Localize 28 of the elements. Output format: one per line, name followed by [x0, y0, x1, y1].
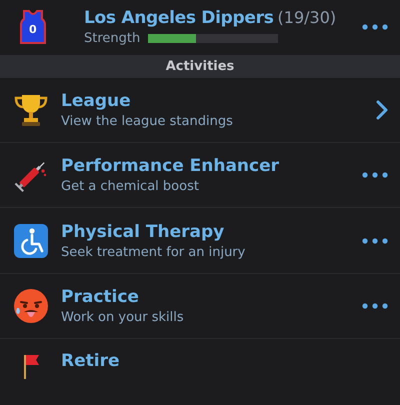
activity-subtitle: Seek treatment for an injury: [61, 244, 246, 260]
activity-title: Retire: [61, 350, 120, 371]
activity-row[interactable]: Retire: [0, 338, 400, 405]
activity-subtitle: Work on your skills: [61, 310, 185, 325]
team-name: Los Angeles Dippers: [84, 8, 274, 28]
more-icon: [362, 172, 388, 178]
more-icon: [362, 302, 388, 309]
section-header: Activities: [0, 55, 400, 78]
activity-title: League: [61, 91, 132, 112]
activity-subtitle: Get a chemical boost: [61, 179, 200, 194]
activity-row[interactable]: Practice Work on your skills: [0, 274, 400, 339]
chevron-icon: [376, 100, 388, 120]
more-icon: [362, 24, 388, 30]
hot-face-icon: [13, 288, 49, 324]
wheelchair-icon: [13, 222, 49, 259]
activity-row[interactable]: Physical Therapy Seek treatment for an injury: [0, 208, 400, 274]
trophy-icon: [13, 92, 49, 128]
activity-title: Performance Enhancer: [61, 156, 280, 176]
flag-icon: [24, 354, 39, 379]
team-record: (19/30): [278, 8, 336, 27]
more-icon: [362, 238, 388, 244]
strength-label: Strength: [84, 30, 140, 46]
jersey-number: 0: [29, 22, 37, 36]
activity-title: Physical Therapy: [61, 222, 226, 242]
activity-subtitle: View the league standings: [61, 114, 234, 130]
activity-row[interactable]: League View the league standings: [0, 78, 400, 144]
activity-row[interactable]: Performance Enhancer Get a chemical boost: [0, 143, 400, 208]
activity-title: Practice: [61, 286, 140, 307]
